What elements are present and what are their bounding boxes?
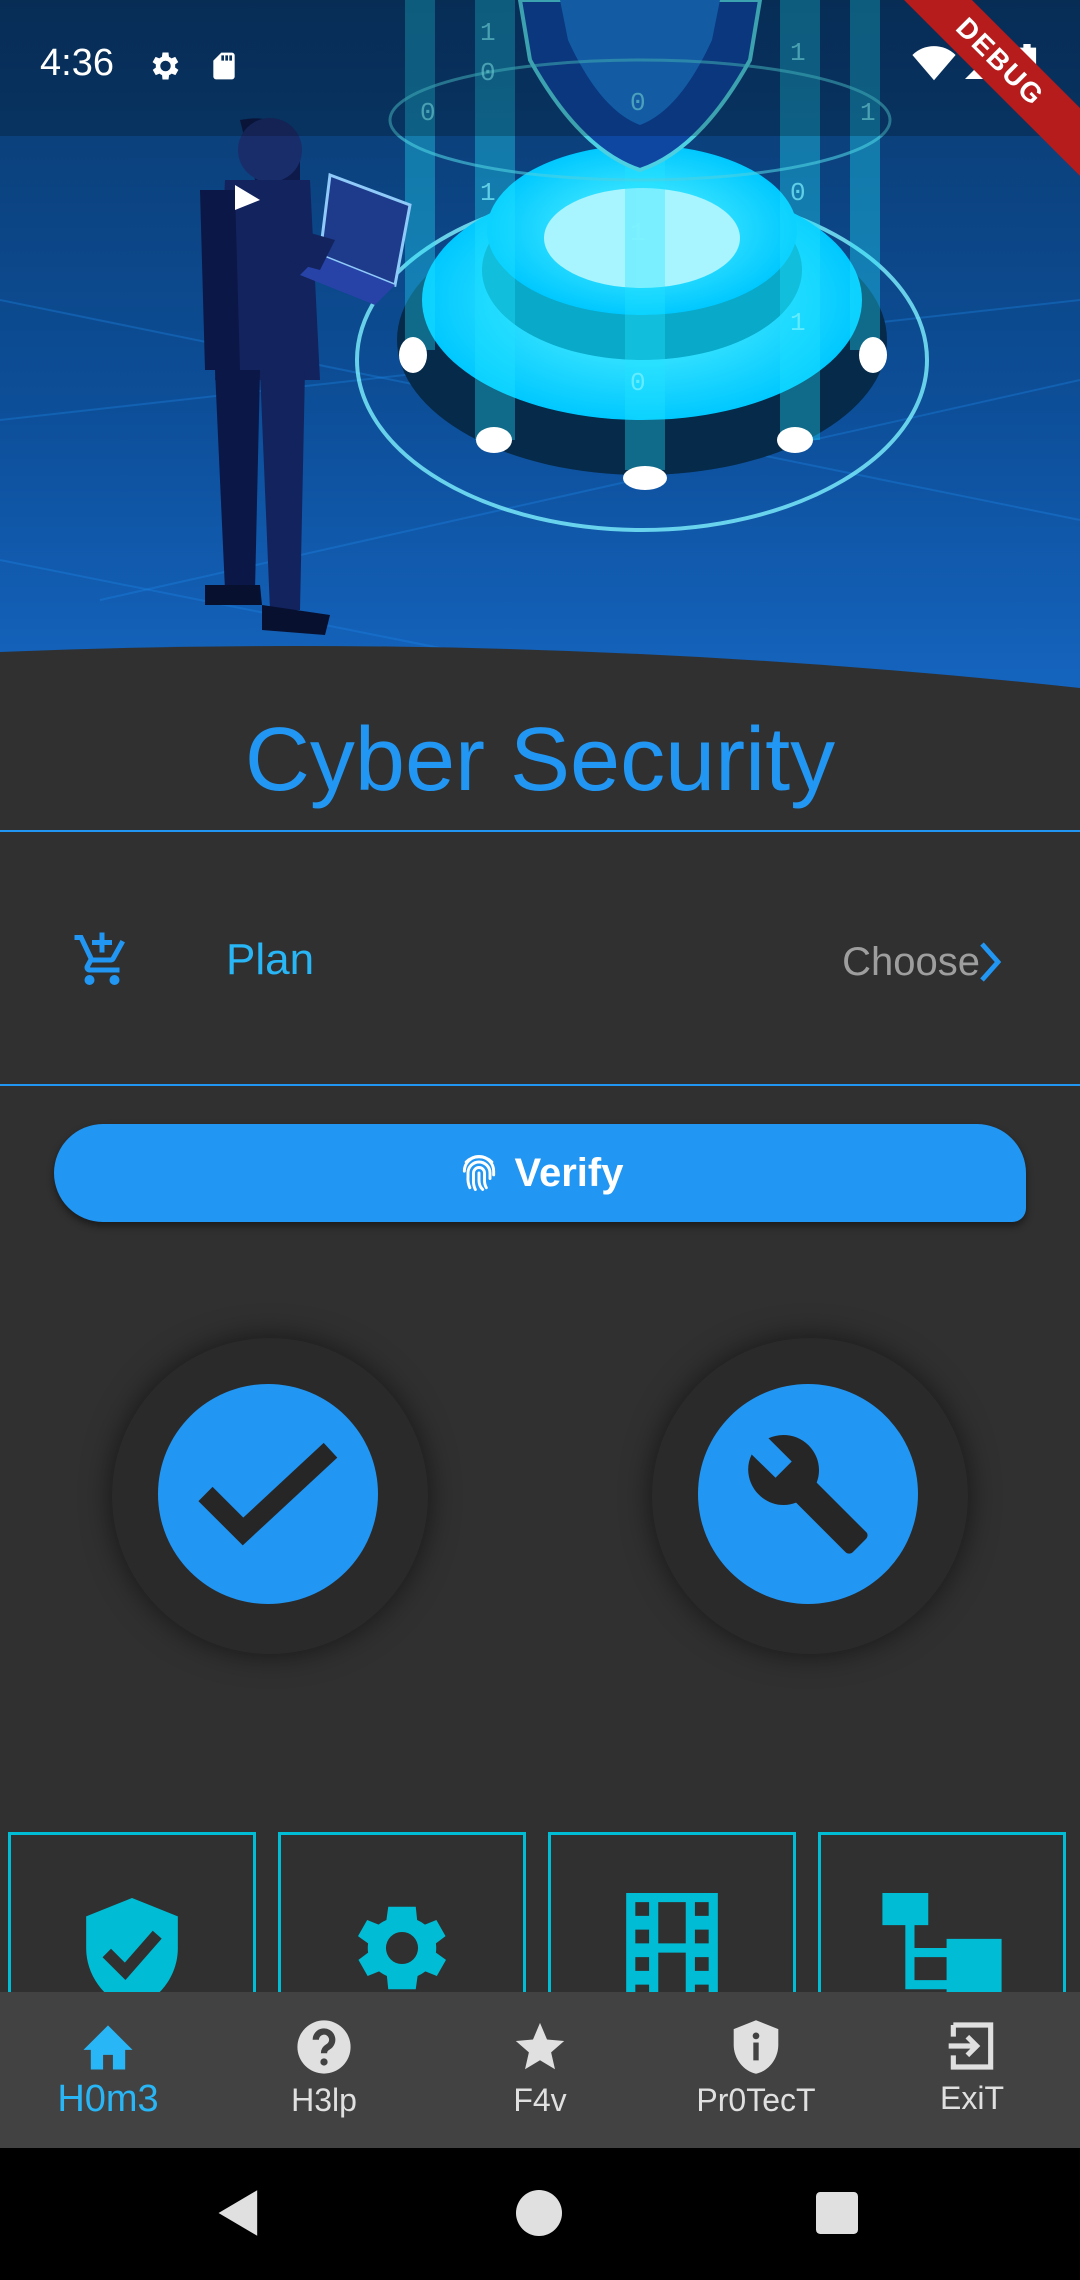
nav-label-exit: ExiT — [940, 2080, 1004, 2116]
svg-text:1: 1 — [790, 308, 806, 338]
page-title: Cyber Security — [244, 710, 836, 810]
film-icon — [626, 1893, 718, 2003]
nav-label-help: H3lp — [291, 2082, 357, 2118]
home-icon — [83, 2025, 133, 2070]
add-shopping-cart-icon — [72, 930, 132, 995]
chevron-right-icon[interactable] — [972, 938, 1008, 991]
help-icon — [297, 2020, 351, 2074]
nav-label-home: H0m3 — [57, 2078, 159, 2120]
check-button[interactable] — [158, 1384, 378, 1604]
check-action[interactable] — [112, 1338, 428, 1654]
plan-divider — [0, 1084, 1080, 1086]
gear-icon — [146, 48, 182, 89]
wrench-icon — [748, 1434, 868, 1554]
system-navigation-bar — [0, 2148, 1080, 2280]
exit-icon — [948, 2022, 994, 2070]
status-bar: 4:36 DEBUG — [0, 0, 1080, 186]
nav-item-protect[interactable]: Pr0TecT — [648, 1992, 864, 2148]
wrench-button[interactable] — [698, 1384, 918, 1604]
home-circle-icon[interactable] — [516, 2190, 562, 2241]
nav-label-protect: Pr0TecT — [696, 2082, 816, 2118]
shield-info-icon — [733, 2020, 779, 2074]
gear-icon — [358, 1906, 446, 1990]
nav-item-home[interactable]: H0m3 — [0, 1992, 216, 2148]
nav-label-favorites: F4v — [513, 2082, 567, 2118]
title-divider — [0, 830, 1080, 832]
back-icon[interactable] — [216, 2188, 262, 2243]
svg-text:1: 1 — [480, 178, 496, 208]
bottom-navigation: H0m3 H3lp F4v Pr0TecT ExiT — [0, 1992, 1080, 2148]
verify-label: Verify — [514, 1150, 624, 1195]
svg-text:1: 1 — [630, 218, 646, 248]
wrench-action[interactable] — [652, 1338, 968, 1654]
plan-label: Plan — [226, 935, 315, 984]
nav-item-help[interactable]: H3lp — [216, 1992, 432, 2148]
choose-label[interactable]: Choose — [842, 934, 980, 990]
nav-item-exit[interactable]: ExiT — [864, 1992, 1080, 2148]
svg-text:0: 0 — [790, 178, 806, 208]
plan-row[interactable]: Plan Choose — [0, 834, 1080, 1084]
svg-text:0: 0 — [630, 368, 646, 398]
sd-card-icon — [208, 48, 240, 89]
verify-button[interactable]: Verify — [54, 1124, 1026, 1222]
nav-item-favorites[interactable]: F4v — [432, 1992, 648, 2148]
status-time: 4:36 — [40, 42, 114, 84]
recents-icon[interactable] — [816, 2192, 858, 2239]
hierarchy-icon — [882, 1893, 1002, 2003]
check-icon — [198, 1442, 338, 1546]
wifi-icon — [912, 46, 956, 87]
star-icon — [515, 2022, 565, 2070]
fingerprint-icon — [462, 1155, 495, 1191]
